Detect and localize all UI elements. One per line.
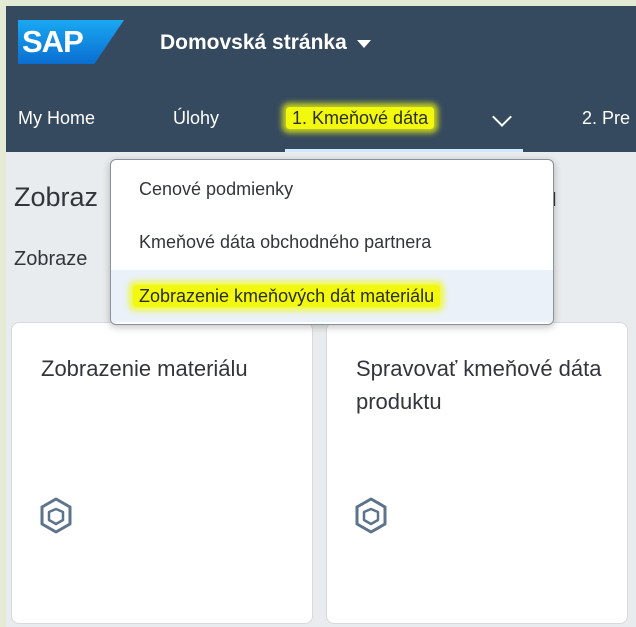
tile-zobrazenie-materialu[interactable]: Zobrazenie materiálu (11, 322, 313, 624)
tab-label: Úlohy (173, 108, 220, 128)
shell-bar: SAP Domovská stránka (6, 6, 636, 94)
tile-title: Zobrazenie materiálu (41, 356, 248, 381)
tab-kmenove-data[interactable]: 1. Kmeňové dáta (285, 94, 523, 152)
tab-ulohy[interactable]: Úlohy (173, 94, 219, 152)
dropdown-item-obchodny-partner[interactable]: Kmeňové dáta obchodného partnera (111, 216, 553, 268)
tab-label: 1. Kmeňové dáta (286, 107, 435, 129)
tab-label: My Home (18, 108, 96, 128)
dropdown-item-label: Cenové podmienky (139, 179, 294, 199)
group-title: Zobraze (14, 248, 88, 270)
section-title: Zobraz (14, 182, 99, 212)
tab-label: 2. Pre (582, 108, 631, 128)
chevron-down-icon[interactable] (492, 107, 512, 127)
cube-icon (355, 497, 387, 534)
tab-my-home[interactable]: My Home (18, 94, 95, 152)
kmenove-data-dropdown: Cenové podmienky Kmeňové dáta obchodného… (110, 159, 554, 325)
dropdown-item-zobrazenie-materialu[interactable]: Zobrazenie kmeňových dát materiálu (111, 270, 553, 322)
launchpad-window: SAP Domovská stránka My Home Úlohy 1. Km… (6, 6, 636, 627)
dropdown-item-cenove-podmienky[interactable]: Cenové podmienky (111, 163, 553, 215)
sap-logo[interactable]: SAP (18, 20, 124, 64)
dropdown-item-label: Kmeňové dáta obchodného partnera (139, 232, 432, 252)
cube-icon (40, 497, 72, 534)
app-title-menu[interactable]: Domovská stránka (160, 25, 371, 61)
space-tabs: My Home Úlohy 1. Kmeňové dáta 2. Pre (6, 94, 636, 152)
dropdown-item-label: Zobrazenie kmeňových dát materiálu (133, 285, 441, 307)
tab-pre[interactable]: 2. Pre (582, 94, 630, 152)
tile-title: Spravovať kmeňové dáta produktu (356, 356, 602, 414)
caret-down-icon (356, 40, 371, 48)
app-title: Domovská stránka (160, 31, 347, 54)
tile-spravovat-kmenove-data[interactable]: Spravovať kmeňové dáta produktu (326, 322, 628, 624)
